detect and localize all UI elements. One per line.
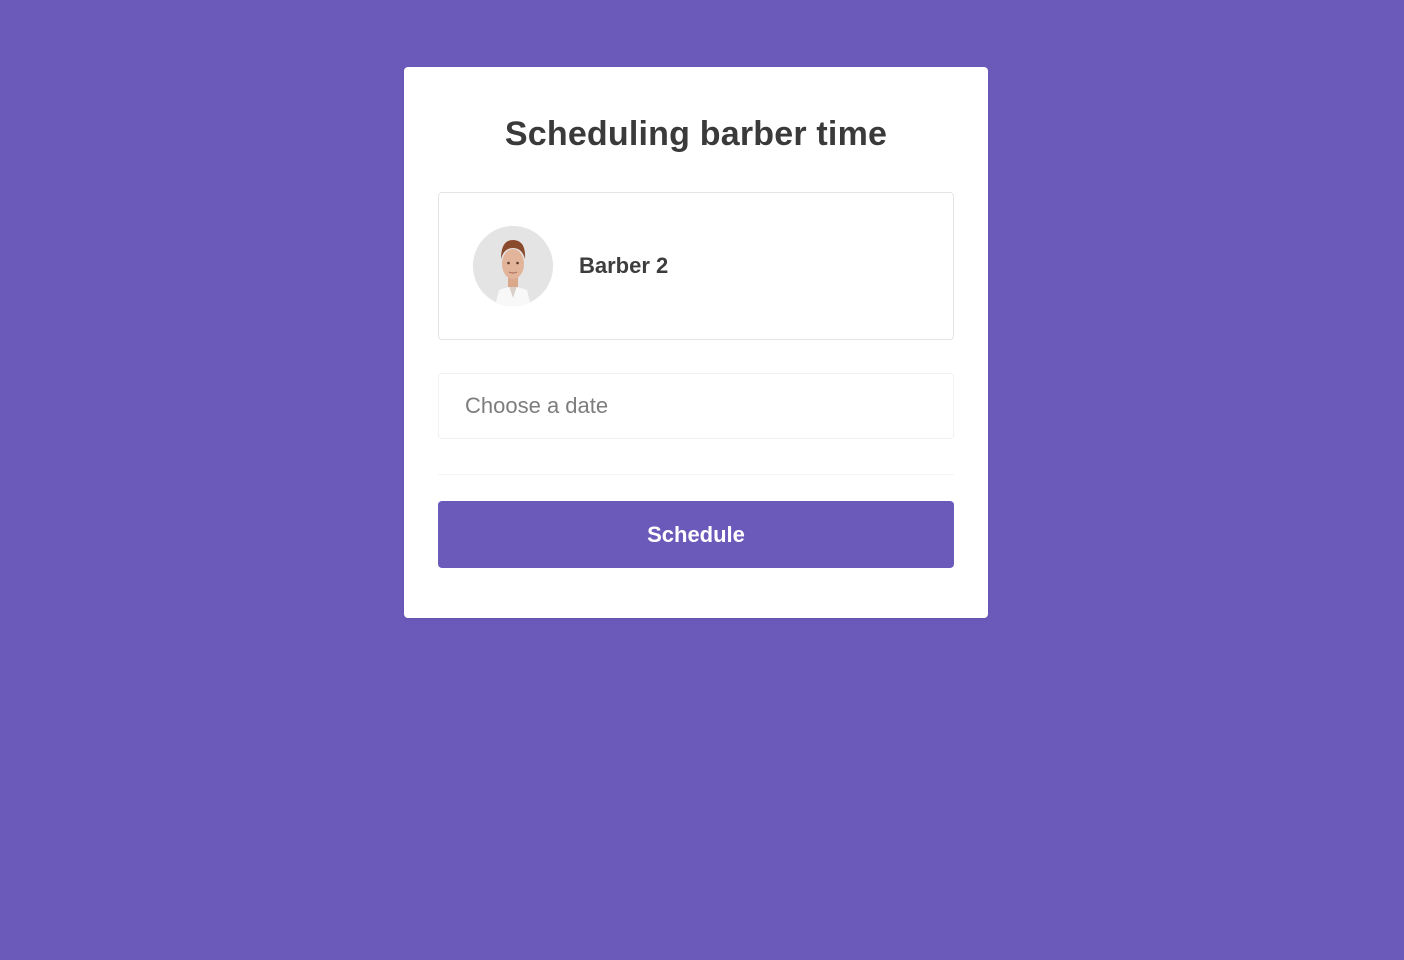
barber-card[interactable]: Barber 2 xyxy=(438,192,954,340)
divider xyxy=(438,474,954,475)
barber-portrait-icon xyxy=(473,226,553,306)
schedule-button[interactable]: Schedule xyxy=(438,501,954,568)
avatar xyxy=(473,226,553,306)
scheduling-card: Scheduling barber time Barber 2 Choose a… xyxy=(404,67,988,618)
page-title: Scheduling barber time xyxy=(504,115,888,153)
barber-name: Barber 2 xyxy=(579,253,669,278)
date-input[interactable] xyxy=(438,373,954,439)
